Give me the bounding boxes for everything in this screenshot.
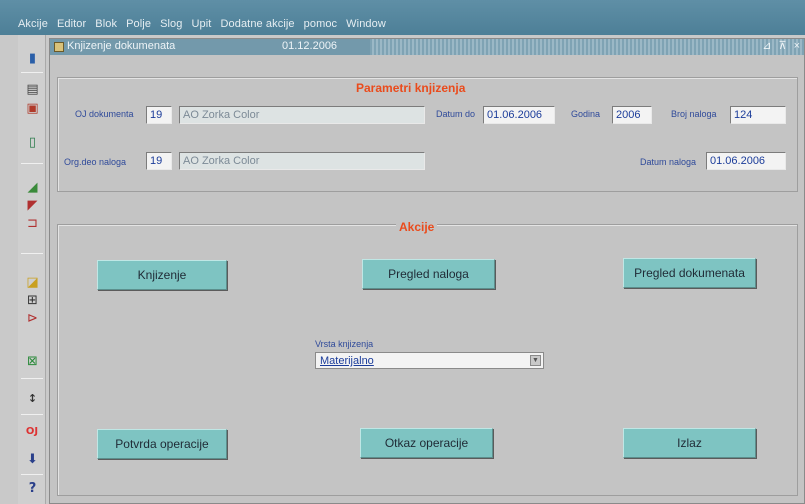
oj-icon[interactable]: OJ: [22, 424, 42, 439]
broj-naloga-label: Broj naloga: [671, 109, 717, 119]
menu-pomoc[interactable]: pomoc: [304, 18, 338, 30]
params-section-title: Parametri knjizenja: [353, 81, 469, 95]
datum-naloga-field[interactable]: 01.06.2006: [706, 152, 786, 170]
menu-bar: Akcije Editor Blok Polje Slog Upit Dodatne akc…: [0, 0, 805, 35]
datum-naloga-label: Datum naloga: [640, 157, 697, 167]
menu-editor[interactable]: Editor: [57, 18, 86, 30]
menu-polje[interactable]: Polje: [126, 18, 151, 30]
window-titlebar[interactable]: Knjizenje dokumenata 01.12.2006 ⊿ ⊼ ×: [50, 39, 804, 55]
print-preview-icon[interactable]: ▣: [25, 101, 40, 116]
pregled-naloga-button[interactable]: Pregled naloga: [362, 259, 495, 289]
datum-do-field[interactable]: 01.06.2006: [483, 106, 555, 124]
menu-slog[interactable]: Slog: [160, 18, 182, 30]
actions-section-title: Akcije: [396, 220, 438, 234]
insert-record-icon[interactable]: ◢: [25, 180, 40, 195]
org-deo-naloga-label: Org.deo naloga: [64, 157, 127, 167]
toolbar-separator: [21, 414, 43, 415]
toolbar-separator: [21, 163, 43, 164]
window-title: Knjizenje dokumenata: [67, 40, 176, 52]
menu-dodatne-akcije[interactable]: Dodatne akcije: [220, 18, 294, 30]
toolbar-separator: [21, 474, 43, 475]
exit-door-icon[interactable]: ▯: [25, 135, 40, 150]
oj-dokumenta-name-field[interactable]: AO Zorka Color: [179, 106, 425, 124]
vertical-toolbar: ▮ ▤ ▣ ▯ ◢ ◤ ⊐ ◪ ⊞ ⊳ ⊠ ↕ OJ ⬇ ?: [18, 35, 46, 504]
broj-naloga-field[interactable]: 124: [730, 106, 786, 124]
godina-label: Godina: [571, 109, 601, 119]
menu-blok[interactable]: Blok: [95, 18, 117, 30]
print-icon[interactable]: ▤: [25, 82, 40, 97]
window-controls[interactable]: ⊿ ⊼ ×: [762, 39, 802, 52]
godina-field[interactable]: 2006: [612, 106, 652, 124]
menu-window[interactable]: Window: [346, 18, 386, 30]
knjizenje-button[interactable]: Knjizenje: [97, 260, 227, 290]
datum-do-label: Datum do: [436, 109, 476, 119]
otkaz-operacije-button[interactable]: Otkaz operacije: [360, 428, 493, 458]
delete-record-icon[interactable]: ⊐: [25, 216, 40, 231]
toolbar-separator: [21, 378, 43, 379]
potvrda-operacije-button[interactable]: Potvrda operacije: [97, 429, 227, 459]
toolbar-separator: [21, 253, 43, 254]
run-icon[interactable]: ⊳: [25, 311, 40, 326]
vrsta-knjizenja-label: Vrsta knjizenja: [315, 339, 374, 349]
izlaz-button[interactable]: Izlaz: [623, 428, 756, 458]
chevron-down-icon[interactable]: ▼: [530, 355, 541, 366]
help-icon[interactable]: ?: [25, 481, 40, 496]
oj-dokumenta-code-field[interactable]: 19: [146, 106, 172, 124]
find-icon[interactable]: ⊞: [25, 293, 40, 308]
menu-akcije[interactable]: Akcije: [18, 18, 48, 30]
query-icon[interactable]: ◪: [25, 275, 40, 290]
pregled-dokumenata-button[interactable]: Pregled dokumenata: [623, 258, 756, 288]
org-deo-naloga-code-field[interactable]: 19: [146, 152, 172, 170]
download-icon[interactable]: ⬇: [25, 452, 40, 467]
edit-record-icon[interactable]: ◤: [25, 198, 40, 213]
vrsta-knjizenja-select[interactable]: Materijalno ▼: [315, 352, 544, 369]
org-deo-naloga-name-field[interactable]: AO Zorka Color: [179, 152, 425, 170]
form-icon: [54, 42, 64, 52]
save-icon[interactable]: ▮: [25, 51, 40, 66]
sort-icon[interactable]: ↕: [25, 391, 40, 406]
window-date: 01.12.2006: [282, 40, 338, 52]
excel-icon[interactable]: ⊠: [25, 354, 40, 369]
menu-upit[interactable]: Upit: [192, 18, 212, 30]
knjizenje-window: Knjizenje dokumenata 01.12.2006 ⊿ ⊼ × Pa…: [49, 38, 805, 504]
oj-dokumenta-label: OJ dokumenta: [75, 109, 134, 119]
toolbar-separator: [21, 72, 43, 73]
vrsta-knjizenja-value: Materijalno: [320, 355, 374, 367]
